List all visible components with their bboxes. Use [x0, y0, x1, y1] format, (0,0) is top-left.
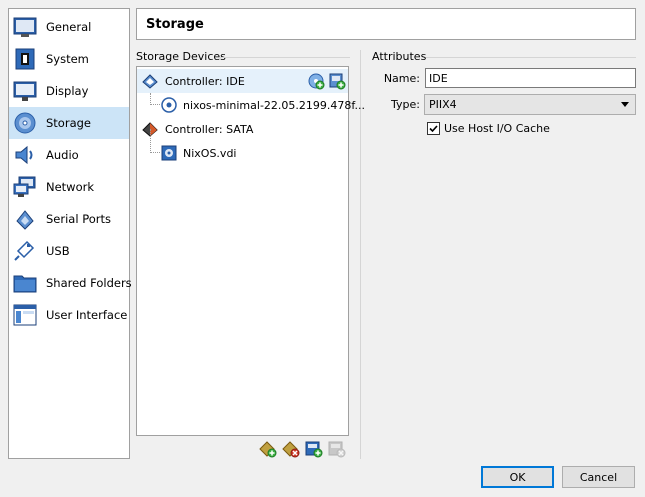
name-label: Name: — [383, 72, 420, 85]
sidebar-item-display[interactable]: Display — [9, 75, 129, 107]
sidebar-item-usb[interactable]: USB — [9, 235, 129, 267]
host-io-cache-checkbox[interactable] — [427, 122, 440, 135]
display-icon — [13, 79, 37, 103]
name-input[interactable] — [425, 68, 636, 88]
settings-sidebar: General System Display Storage Audio Net… — [8, 8, 132, 459]
attributes-title: Attributes — [372, 50, 427, 63]
tree-item-optical[interactable]: nixos-minimal-22.05.2199.478f... — [137, 93, 365, 117]
tree-connector — [150, 93, 160, 105]
audio-icon — [13, 143, 37, 167]
remove-controller-icon[interactable] — [282, 440, 300, 458]
sidebar-item-user-interface[interactable]: User Interface — [9, 299, 129, 331]
divider — [426, 57, 636, 58]
sidebar-item-serial-ports[interactable]: Serial Ports — [9, 203, 129, 235]
sidebar-item-network[interactable]: Network — [9, 171, 129, 203]
tree-controller-sata[interactable]: Controller: SATA — [137, 117, 348, 141]
storage-tree[interactable]: Controller: IDE nixos-minimal-22.05.2199… — [136, 66, 365, 436]
optical-disc-icon — [161, 97, 177, 113]
type-select[interactable]: PIIX4 — [424, 94, 636, 115]
sidebar-item-shared-folders[interactable]: Shared Folders — [9, 267, 132, 299]
ok-button[interactable]: OK — [481, 466, 554, 488]
add-controller-icon[interactable] — [259, 440, 277, 458]
check-icon — [429, 125, 438, 133]
sidebar-item-system[interactable]: System — [9, 43, 129, 75]
sidebar-item-audio[interactable]: Audio — [9, 139, 129, 171]
system-icon — [13, 47, 37, 71]
shared-folders-icon — [13, 271, 37, 295]
remove-attachment-icon[interactable] — [328, 440, 346, 458]
tree-connector — [150, 129, 160, 153]
tree-item-disk[interactable]: NixOS.vdi — [137, 129, 348, 165]
divider — [220, 57, 350, 58]
storage-icon — [13, 111, 37, 135]
storage-devices-title: Storage Devices — [136, 50, 226, 63]
add-optical-drive-icon[interactable] — [307, 72, 325, 90]
type-select-value: PIIX4 — [429, 98, 457, 111]
type-label: Type: — [391, 98, 420, 111]
sidebar-item-storage[interactable]: Storage — [9, 107, 129, 139]
sidebar-item-general[interactable]: General — [9, 11, 129, 43]
add-attachment-icon[interactable] — [305, 440, 323, 458]
page-title: Storage — [136, 8, 636, 40]
hard-disk-icon — [161, 145, 177, 161]
usb-icon — [13, 239, 37, 263]
network-icon — [13, 175, 37, 199]
controller-icon — [141, 72, 159, 90]
chevron-down-icon — [621, 102, 629, 107]
general-icon — [13, 15, 37, 39]
user-interface-icon — [13, 303, 37, 327]
add-hard-disk-icon[interactable] — [328, 72, 346, 90]
host-io-cache-label[interactable]: Use Host I/O Cache — [444, 122, 550, 135]
cancel-button[interactable]: Cancel — [562, 466, 635, 488]
serial-ports-icon — [13, 207, 37, 231]
tree-controller-ide[interactable]: Controller: IDE — [137, 69, 348, 93]
